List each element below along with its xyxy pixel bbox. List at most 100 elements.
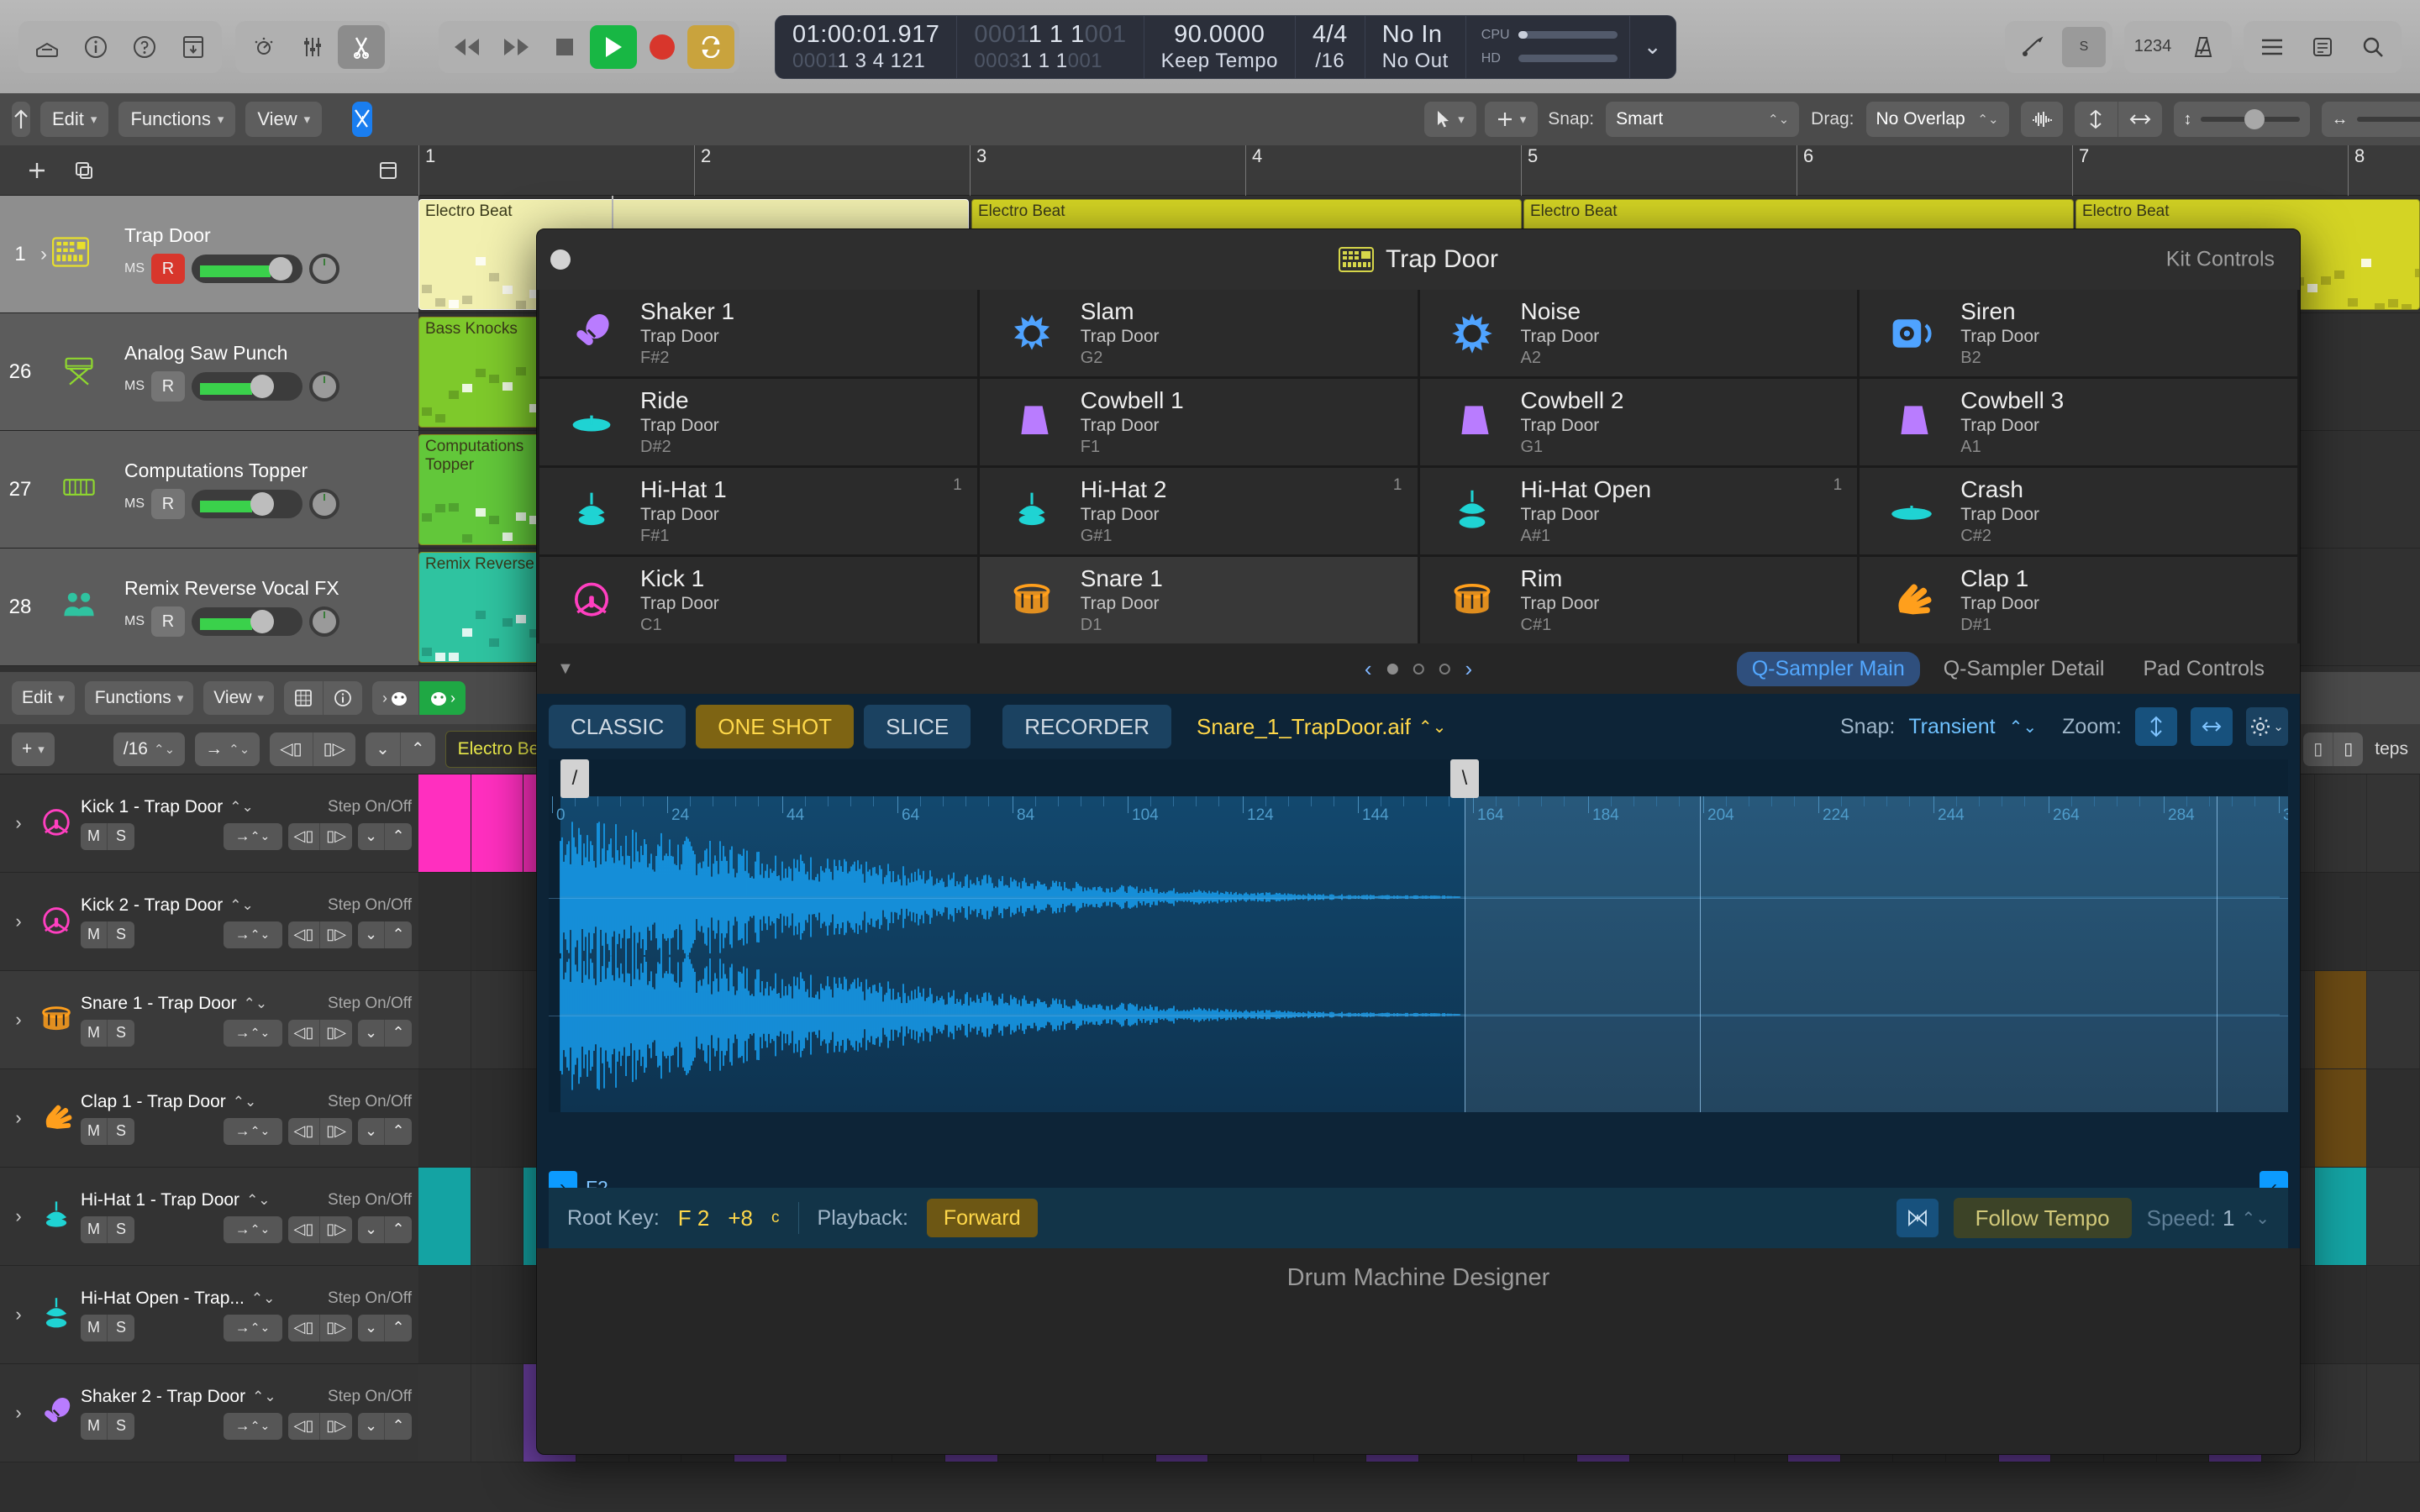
disclosure-triangle-icon[interactable]: › xyxy=(5,812,32,834)
pad-7[interactable]: Cowbell 2 Trap Door G1 xyxy=(1420,379,1858,465)
chevron-down-icon[interactable]: ⌄ xyxy=(358,1315,385,1341)
stop-icon[interactable] xyxy=(541,25,588,69)
playmode-stepper[interactable]: → ⌃⌄ xyxy=(224,921,282,948)
pad-14[interactable]: Snare 1 Trap Door D1 xyxy=(980,557,1418,643)
rotate-right-icon[interactable]: ▯▷ xyxy=(313,732,355,766)
info-icon[interactable] xyxy=(324,681,362,715)
horizontal-zoom-icon[interactable] xyxy=(2118,102,2162,137)
mute-button[interactable]: M xyxy=(81,1216,108,1243)
rotate-right-icon[interactable]: ▯▷ xyxy=(320,1020,352,1047)
track-name[interactable]: Analog Saw Punch xyxy=(124,342,410,365)
chevron-down-icon[interactable]: ⌄ xyxy=(358,921,385,948)
step-cell[interactable] xyxy=(2367,774,2420,872)
pad-10[interactable]: Hi-Hat 2 Trap Door G#1 1 xyxy=(980,468,1418,554)
division-stepper[interactable]: /16 ⌃⌄ xyxy=(113,732,185,766)
record-button[interactable] xyxy=(639,25,686,69)
add-row-button[interactable]: + ▾ xyxy=(12,732,55,766)
tab-pad-controls[interactable]: Pad Controls xyxy=(2128,652,2280,686)
step-on-off-label[interactable]: Step On/Off xyxy=(328,896,412,915)
chevron-up-icon[interactable]: ⌃ xyxy=(385,1216,412,1243)
chevron-up-icon[interactable]: ⌃ xyxy=(385,1315,412,1341)
pan-knob[interactable] xyxy=(309,489,339,519)
solo-icon[interactable]: S xyxy=(2062,27,2106,67)
pad-12[interactable]: Crash Trap Door C#2 xyxy=(1860,468,2297,554)
duplicate-icon[interactable] xyxy=(66,154,103,187)
disclosure-triangle-icon[interactable]: › xyxy=(5,1402,32,1424)
step-cell[interactable] xyxy=(2367,1069,2420,1167)
tuner-icon[interactable] xyxy=(2012,27,2055,67)
step-cell[interactable] xyxy=(471,1364,524,1462)
chevron-updown-icon[interactable]: ⌃⌄ xyxy=(251,1290,276,1307)
horizontal-zoom-icon[interactable] xyxy=(2191,707,2233,746)
rotate-right-icon[interactable]: ▯▷ xyxy=(320,823,352,850)
pad-4[interactable]: Siren Trap Door B2 xyxy=(1860,290,2297,376)
forward-icon[interactable] xyxy=(492,25,539,69)
solo-button[interactable]: S xyxy=(135,496,145,512)
vertical-zoom-icon[interactable] xyxy=(2075,102,2118,137)
save-icon[interactable] xyxy=(170,25,217,69)
horizontal-zoom-slider[interactable]: ↔ xyxy=(2322,102,2420,137)
solo-button[interactable]: S xyxy=(108,1118,134,1145)
volume-slider[interactable] xyxy=(192,607,302,636)
step-row-4[interactable]: › Clap 1 - Trap Door ⌃⌄ Step On/Off M S → ⌃⌄ ◁▯… xyxy=(0,1069,418,1168)
follow-tempo-button[interactable]: Follow Tempo xyxy=(1954,1198,2132,1238)
record-enable-button[interactable]: R xyxy=(151,489,185,519)
volume-slider[interactable] xyxy=(192,490,302,518)
mute-button[interactable]: M xyxy=(81,1118,108,1145)
solo-button[interactable]: S xyxy=(135,614,145,629)
chevron-right-icon[interactable]: › xyxy=(1465,656,1473,682)
pad-13[interactable]: Kick 1 Trap Door C1 xyxy=(539,557,977,643)
step-cell[interactable] xyxy=(2367,1364,2420,1462)
step-row-1[interactable]: › Kick 1 - Trap Door ⌃⌄ Step On/Off M S → ⌃⌄ ◁▯… xyxy=(0,774,418,873)
disclosure-triangle-icon[interactable]: › xyxy=(5,911,32,932)
close-icon[interactable] xyxy=(550,249,571,270)
playmode-stepper[interactable]: → ⌃⌄ xyxy=(224,1020,282,1047)
rotate-left-icon[interactable]: ◁▯ xyxy=(288,1315,321,1341)
mute-button[interactable]: M xyxy=(81,823,108,850)
bar-ruler[interactable]: 12345678 xyxy=(418,145,2420,196)
step-row-name[interactable]: Hi-Hat 1 - Trap Door xyxy=(81,1190,239,1210)
mute-button[interactable]: M xyxy=(81,1315,108,1341)
ruler-bar-6[interactable]: 6 xyxy=(1797,145,1813,196)
rotate-right-icon[interactable]: ▯▷ xyxy=(320,1118,352,1145)
step-cell[interactable] xyxy=(2367,1168,2420,1265)
chevron-updown-icon[interactable]: ⌃⌄ xyxy=(244,995,268,1012)
pan-knob[interactable] xyxy=(309,606,339,637)
step-cell[interactable] xyxy=(418,971,471,1068)
step-cell[interactable] xyxy=(471,1266,524,1363)
volume-slider[interactable] xyxy=(192,255,302,283)
track-header-2[interactable]: 26 Analog Saw Punch M S R xyxy=(0,313,418,431)
vertical-zoom-icon[interactable] xyxy=(2135,707,2177,746)
mode-one-shot[interactable]: ONE SHOT xyxy=(696,705,854,748)
rotate-left-icon[interactable]: ◁▯ xyxy=(288,1216,321,1243)
ruler-bar-8[interactable]: 8 xyxy=(2348,145,2365,196)
step-cell[interactable] xyxy=(418,1069,471,1167)
mute-button[interactable]: M xyxy=(81,1020,108,1047)
track-stack-icon[interactable] xyxy=(370,154,407,187)
ruler-bar-7[interactable]: 7 xyxy=(2072,145,2089,196)
playmode-stepper[interactable]: → ⌃⌄ xyxy=(195,732,260,766)
step-row-2[interactable]: › Kick 2 - Trap Door ⌃⌄ Step On/Off M S → ⌃⌄ ◁▯… xyxy=(0,873,418,971)
step-cell[interactable] xyxy=(418,1266,471,1363)
menu-view[interactable]: View ▾ xyxy=(245,102,322,137)
solo-button[interactable]: S xyxy=(108,1020,134,1047)
chevron-down-icon[interactable]: ⌄ xyxy=(1630,16,1676,78)
step-on-off-label[interactable]: Step On/Off xyxy=(328,1388,412,1406)
chevron-updown-icon[interactable]: ⌃⌄ xyxy=(252,1389,276,1405)
track-name[interactable]: Computations Topper xyxy=(124,459,410,482)
pad-2[interactable]: Slam Trap Door G2 xyxy=(980,290,1418,376)
step-cell[interactable] xyxy=(471,774,524,872)
chevron-down-icon[interactable]: ⌄ xyxy=(366,732,401,766)
track-header-4[interactable]: 28 Remix Reverse Vocal FX M S R xyxy=(0,549,418,666)
disclosure-triangle-icon[interactable]: › xyxy=(5,1205,32,1227)
horizontal-zoom-icon[interactable]: ▯ xyxy=(2333,732,2363,766)
ruler-bar-2[interactable]: 2 xyxy=(694,145,711,196)
step-cell[interactable] xyxy=(471,971,524,1068)
pad-15[interactable]: Rim Trap Door C#1 xyxy=(1420,557,1858,643)
disclosure-triangle-icon[interactable]: › xyxy=(5,1107,32,1129)
ruler-bar-1[interactable]: 1 xyxy=(418,145,435,196)
kit-controls-button[interactable]: Kit Controls xyxy=(2166,248,2275,272)
step-cell[interactable] xyxy=(418,873,471,970)
playmode-stepper[interactable]: → ⌃⌄ xyxy=(224,1216,282,1243)
track-header-3[interactable]: 27 Computations Topper M S R xyxy=(0,431,418,549)
